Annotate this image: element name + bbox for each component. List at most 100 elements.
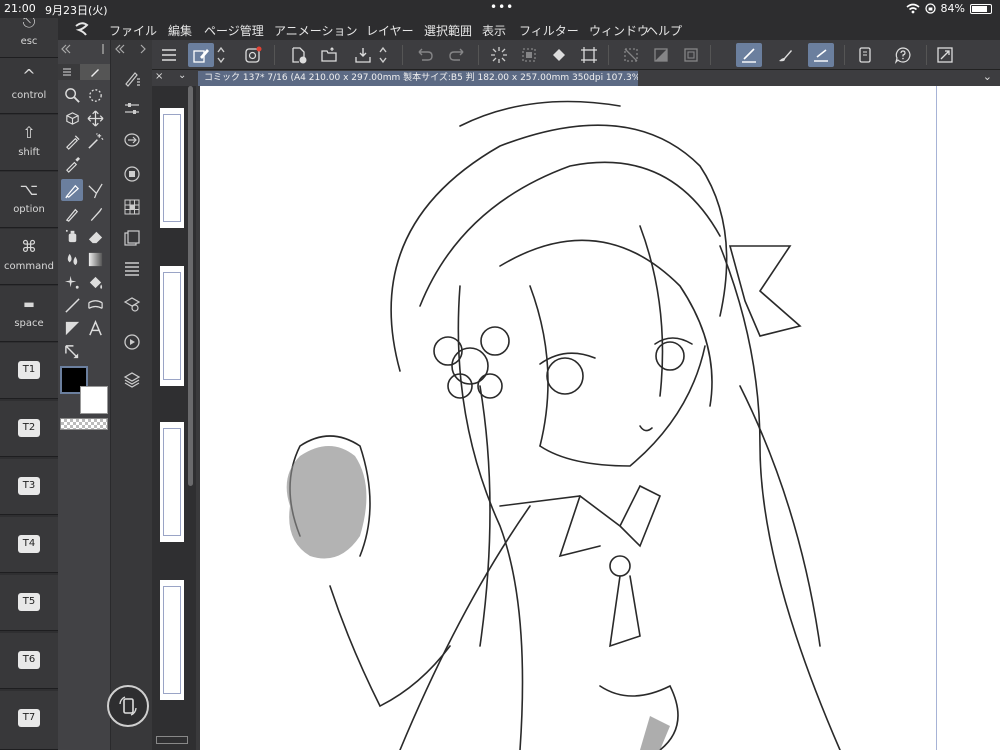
control-key[interactable]: ^ control (0, 58, 58, 114)
quick-access-float-button[interactable] (107, 685, 149, 727)
document-tab[interactable]: コミック 137* 7/16 (A4 210.00 x 297.00mm 製本サ… (198, 71, 638, 86)
menu-filter[interactable]: フィルター (519, 22, 579, 39)
thumbnail-size-slider[interactable] (156, 736, 188, 744)
color-set-button[interactable] (120, 195, 144, 219)
page-thumbnail[interactable] (160, 580, 184, 700)
custom-key-t1[interactable]: T1 (0, 343, 58, 399)
decoration-tool[interactable] (61, 271, 83, 293)
collapse-double-chevron-icon[interactable] (115, 44, 125, 54)
menu-animation[interactable]: アニメーション (274, 22, 358, 39)
tool-tab-active[interactable] (80, 64, 110, 80)
auto-select-tool[interactable] (61, 130, 83, 152)
figure-tool[interactable] (61, 294, 83, 316)
magic-wand-tool[interactable] (84, 130, 106, 152)
custom-key-t7[interactable]: T7 (0, 691, 58, 750)
fill-button[interactable] (546, 43, 572, 67)
marker-tool[interactable] (84, 202, 106, 224)
zoom-tool[interactable] (61, 84, 83, 106)
menu-file[interactable]: ファイル (109, 22, 157, 39)
invert-selection-button[interactable] (648, 43, 674, 67)
edit-mode-button[interactable] (188, 43, 214, 67)
command-key[interactable]: ⌘ command (0, 229, 58, 285)
drawing-canvas[interactable] (200, 86, 1000, 750)
frame-tool[interactable] (61, 317, 83, 339)
pen-tool[interactable] (61, 179, 83, 201)
transform-button[interactable] (576, 43, 602, 67)
fullscreen-button[interactable] (932, 43, 958, 67)
airbrush-tool[interactable] (61, 225, 83, 247)
custom-key-t6[interactable]: T6 (0, 633, 58, 689)
show-selection-button[interactable] (678, 43, 704, 67)
snap-to-grid-button[interactable] (808, 43, 834, 67)
mode-switch-chevron[interactable] (214, 43, 228, 67)
save-tray-icon (355, 48, 371, 63)
page-list-scrollbar[interactable] (188, 86, 193, 486)
undo-button[interactable] (412, 43, 438, 67)
layer-search-button[interactable] (120, 292, 144, 316)
snap-to-special-ruler-button[interactable] (772, 43, 798, 67)
custom-key-t5[interactable]: T5 (0, 575, 58, 631)
intermediate-color-button[interactable] (120, 226, 144, 250)
page-thumbnail[interactable] (160, 422, 184, 542)
page-thumbnail[interactable] (160, 266, 184, 386)
layer-property-button[interactable] (120, 257, 144, 281)
open-file-button[interactable] (316, 43, 342, 67)
menu-view[interactable]: 表示 (482, 22, 506, 39)
collapse-double-chevron-icon[interactable] (61, 44, 71, 54)
redo-button[interactable] (444, 43, 470, 67)
clip-studio-logo-icon[interactable] (73, 20, 91, 38)
operation-tool[interactable] (61, 341, 83, 363)
selection-tool[interactable] (84, 84, 106, 106)
gradient-tool[interactable] (84, 248, 106, 270)
close-icon[interactable]: × (155, 71, 163, 82)
clear-outside-button[interactable] (516, 43, 542, 67)
save-options-chevron[interactable] (376, 43, 390, 67)
menu-selection[interactable]: 選択範囲 (424, 22, 472, 39)
multitask-dots[interactable]: ••• (490, 0, 514, 14)
new-file-button[interactable] (286, 43, 312, 67)
save-button[interactable] (350, 43, 376, 67)
page-thumbnail[interactable] (160, 108, 184, 228)
menu-button[interactable] (156, 43, 182, 67)
option-key[interactable]: ⌥ option (0, 172, 58, 228)
palette-menu-icon[interactable] (62, 67, 72, 77)
ruler-tool[interactable] (84, 294, 106, 316)
transparent-color-swatch[interactable] (60, 418, 108, 430)
brush-size-button[interactable] (120, 128, 144, 152)
brush-tool[interactable] (61, 202, 83, 224)
sub-tool-palette-button[interactable] (120, 66, 144, 90)
space-key[interactable]: ▬ space (0, 286, 58, 342)
object-tool[interactable] (61, 107, 83, 129)
eraser-tool[interactable] (84, 225, 106, 247)
color-wheel-button[interactable] (120, 162, 144, 186)
sub-color-swatch[interactable] (80, 386, 108, 414)
eyedropper-tool[interactable] (61, 153, 83, 175)
layer-palette-button[interactable] (120, 368, 144, 392)
tool-property-button[interactable] (120, 97, 144, 121)
snap-to-ruler-button[interactable] (736, 43, 762, 67)
device-settings-button[interactable] (852, 43, 878, 67)
menu-window[interactable]: ウィンドウ (589, 22, 649, 39)
blend-tool[interactable] (61, 248, 83, 270)
fill-tool[interactable] (84, 271, 106, 293)
navigator-button[interactable] (120, 330, 144, 354)
menu-layer[interactable]: レイヤー (366, 22, 414, 39)
clear-button[interactable] (486, 43, 512, 67)
custom-key-t3[interactable]: T3 (0, 459, 58, 515)
menu-page-management[interactable]: ページ管理 (204, 22, 264, 39)
menu-edit[interactable]: 編集 (168, 22, 192, 39)
deselect-button[interactable] (618, 43, 644, 67)
shift-key[interactable]: ⇧ shift (0, 115, 58, 171)
menu-help[interactable]: ヘルプ (646, 22, 682, 39)
custom-key-t2[interactable]: T2 (0, 401, 58, 457)
help-button[interactable] (890, 43, 916, 67)
chevron-down-icon[interactable]: ⌄ (178, 70, 186, 81)
custom-key-t4[interactable]: T4 (0, 517, 58, 573)
tab-list-chevron-icon[interactable]: ⌄ (983, 70, 992, 83)
text-tool[interactable] (84, 317, 106, 339)
pencil-tool[interactable] (84, 179, 106, 201)
expand-chevron-icon[interactable] (139, 44, 147, 54)
move-tool[interactable] (84, 107, 106, 129)
recording-button[interactable] (240, 43, 266, 67)
palette-grip-icon[interactable] (102, 44, 104, 54)
